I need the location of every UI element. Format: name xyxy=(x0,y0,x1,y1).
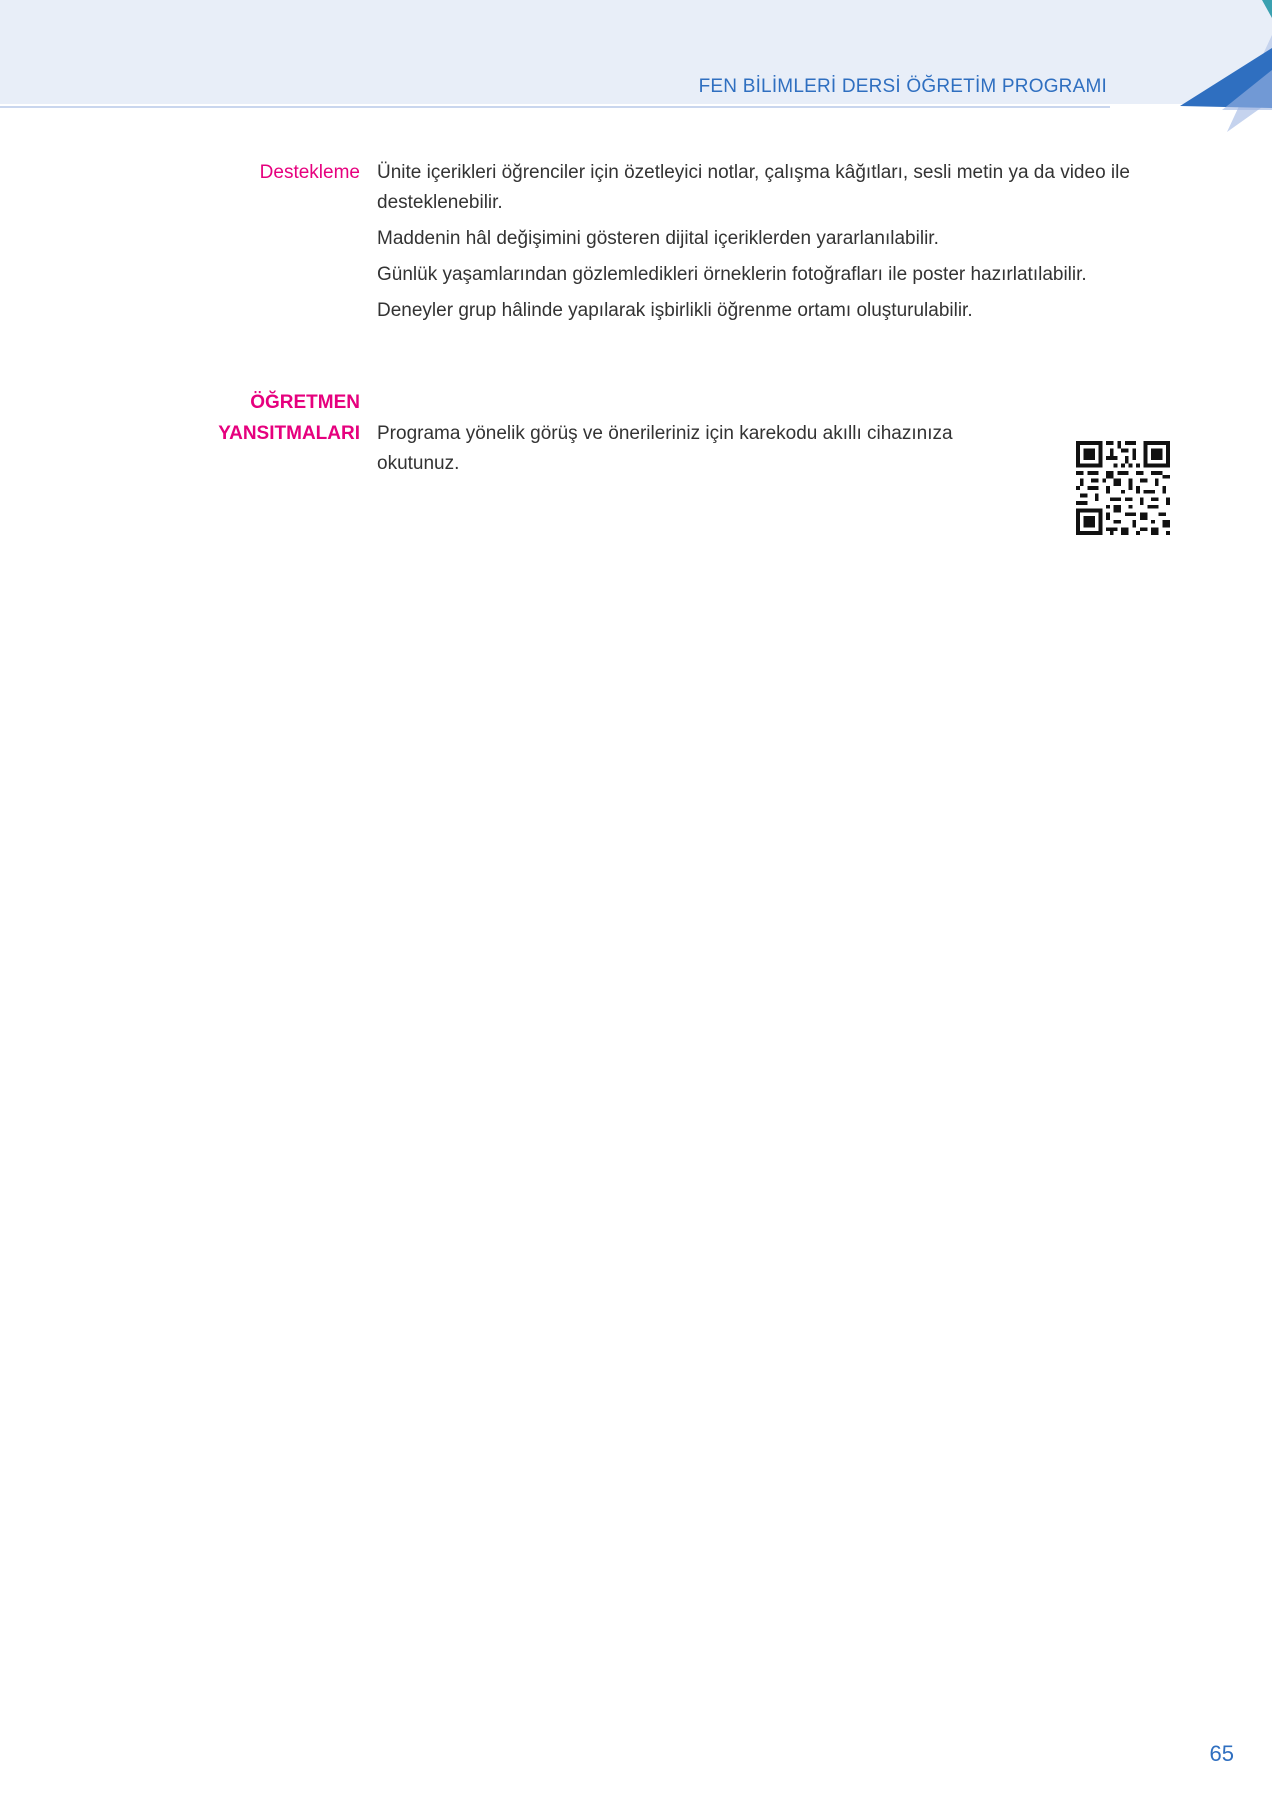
ogretmen-text: Programa yönelik görüş ve önerileriniz i… xyxy=(377,423,953,474)
destekleme-content: Ünite içerikleri öğrenciler için özetley… xyxy=(377,158,1177,332)
destekleme-paragraph: Deneyler grup hâlinde yapılarak işbirlik… xyxy=(377,300,973,321)
header-divider xyxy=(0,106,1110,108)
destekleme-paragraph: Ünite içerikleri öğrenciler için özetley… xyxy=(377,162,1130,213)
page-header-title: FEN BİLİMLERİ DERSİ ÖĞRETİM PROGRAMI xyxy=(698,76,1107,97)
destekleme-label: Destekleme xyxy=(259,162,360,183)
page-number: 65 xyxy=(1209,1741,1234,1766)
ogretmen-content: Programa yönelik görüş ve önerileriniz i… xyxy=(377,419,977,485)
corner-decoration-icon xyxy=(1180,0,1272,132)
destekleme-paragraph: Günlük yaşamlarından gözlemledikleri örn… xyxy=(377,264,1087,285)
ogretmen-label-line2: YANSITMALARI xyxy=(218,423,360,444)
destekleme-paragraph: Maddenin hâl değişimini gösteren dijital… xyxy=(377,228,939,249)
qr-code-icon[interactable] xyxy=(1076,441,1170,535)
ogretmen-label-line1: ÖĞRETMEN xyxy=(250,392,360,413)
